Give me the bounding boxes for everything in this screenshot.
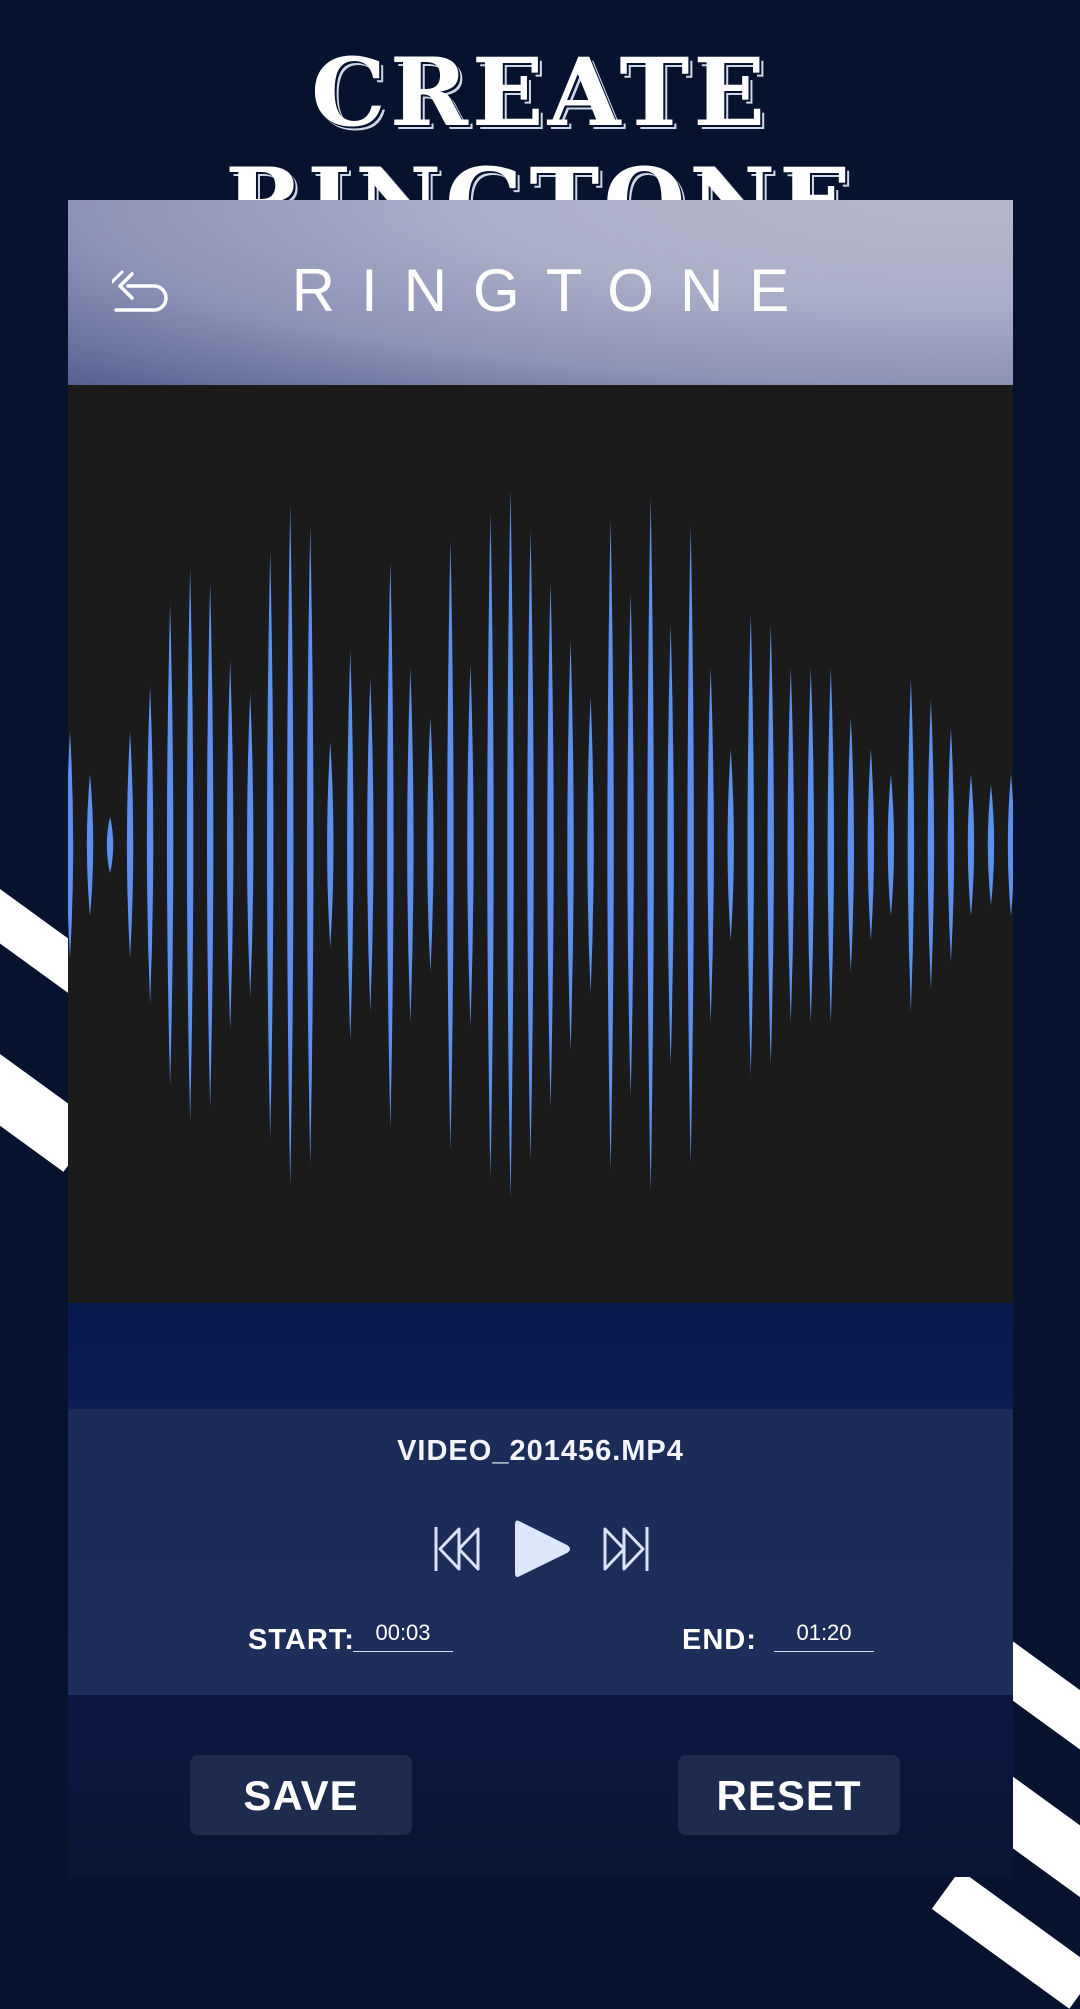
- waveform-bar: [106, 816, 114, 874]
- waveform-bar: [327, 742, 334, 948]
- selection-band: [68, 1303, 1013, 1409]
- header-title: RINGTONE: [291, 257, 816, 324]
- waveform-bar: [267, 550, 274, 1140]
- action-bar: SAVE RESET: [68, 1695, 1013, 1877]
- waveform-bar: [186, 568, 194, 1122]
- waveform-bar: [487, 511, 494, 1179]
- waveform-area[interactable]: [68, 385, 1013, 1303]
- waveform-bar: [967, 774, 975, 916]
- waveform-bar: [947, 727, 955, 963]
- waveform-bar: [86, 774, 94, 916]
- waveform-bar: [447, 539, 454, 1151]
- waveform-bar: [307, 525, 314, 1165]
- waveform-bar: [367, 678, 374, 1012]
- waveform-bar: [407, 667, 414, 1023]
- waveform-bar: [827, 667, 835, 1023]
- waveform-bar: [767, 624, 774, 1066]
- waveform-bar: [847, 717, 855, 973]
- waveform-bar: [246, 692, 254, 998]
- save-button[interactable]: SAVE: [190, 1755, 412, 1835]
- waveform-bar: [507, 490, 514, 1200]
- waveform-bar: [987, 784, 995, 906]
- waveform-bar: [707, 667, 714, 1023]
- player-controls: VIDEO_201456.MP4 START: 00:03 END: 01:20: [68, 1409, 1013, 1695]
- play-icon[interactable]: [511, 1515, 573, 1583]
- decorative-stripe: [931, 1870, 1080, 2009]
- waveform-bar: [166, 603, 174, 1087]
- waveform-bar: [867, 749, 875, 941]
- waveform-bar: [647, 497, 654, 1193]
- phone-screen: RINGTONE VIDEO_201456.MP4 START: 00:03 E…: [68, 200, 1013, 1877]
- waveform-bar: [927, 699, 935, 991]
- reset-button[interactable]: RESET: [678, 1755, 900, 1835]
- waveform-bar: [747, 614, 754, 1076]
- waveform-bar: [467, 663, 474, 1027]
- start-label: START:: [248, 1624, 355, 1656]
- waveform-bar: [727, 749, 734, 941]
- end-label: END:: [682, 1624, 757, 1656]
- waveform-bar: [567, 639, 574, 1051]
- waveform-bar: [807, 667, 814, 1023]
- waveform-bar: [687, 525, 694, 1165]
- waveform-bar: [1007, 774, 1013, 916]
- waveform-bar: [547, 582, 554, 1108]
- waveform-bar: [387, 561, 394, 1129]
- waveform-bar: [907, 678, 915, 1012]
- waveform-bar: [146, 685, 154, 1005]
- waveform-bar: [126, 731, 134, 959]
- waveform-bar: [627, 592, 634, 1098]
- waveform-bar: [287, 504, 294, 1186]
- waveform-bar: [68, 731, 74, 959]
- waveform-bar: [667, 624, 674, 1066]
- rewind-icon[interactable]: [432, 1523, 482, 1575]
- end-time-field[interactable]: 01:20: [774, 1621, 874, 1652]
- waveform-bar: [527, 529, 534, 1161]
- waveform-bar: [607, 518, 614, 1172]
- waveform-bar: [427, 717, 434, 973]
- waveform-bar: [587, 695, 594, 995]
- waveform-bar: [226, 660, 234, 1030]
- waveform-bar: [887, 774, 895, 916]
- waveform-bar: [206, 582, 214, 1108]
- waveform[interactable]: [68, 385, 1013, 1303]
- file-name: VIDEO_201456.MP4: [397, 1435, 684, 1467]
- start-time-field[interactable]: 00:03: [353, 1621, 453, 1652]
- waveform-bar: [347, 649, 354, 1041]
- app-header: RINGTONE: [68, 200, 1013, 385]
- fast-forward-icon[interactable]: [601, 1523, 651, 1575]
- waveform-bar: [787, 667, 794, 1023]
